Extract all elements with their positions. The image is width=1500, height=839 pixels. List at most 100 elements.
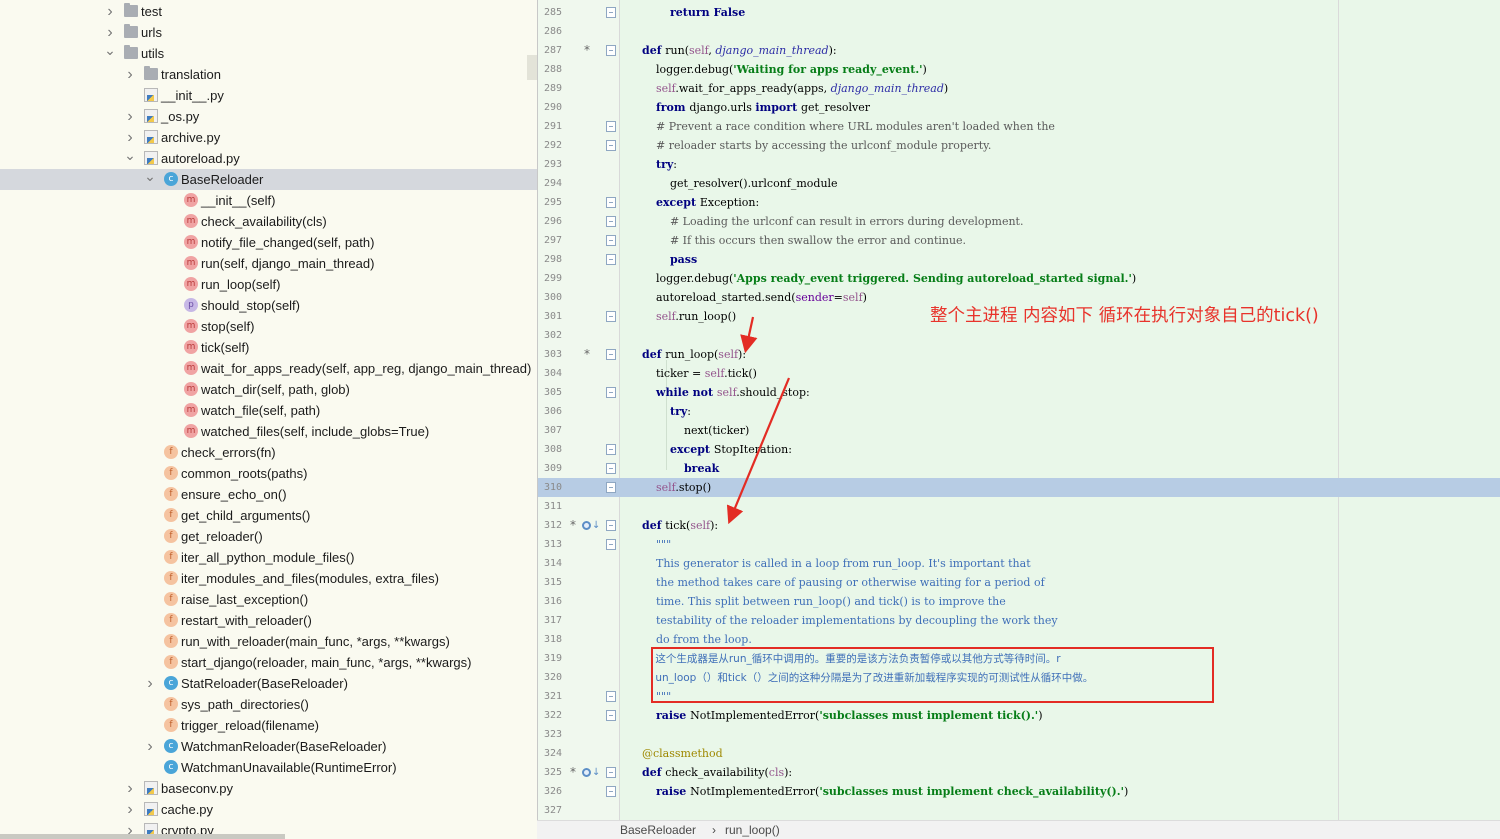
tree-item[interactable]: p should_stop(self) (0, 295, 537, 316)
tree-item[interactable]: ⌄ autoreload.py (0, 148, 537, 169)
tree-item[interactable]: › archive.py (0, 127, 537, 148)
tree-item[interactable]: › c WatchmanReloader(BaseReloader) (0, 736, 537, 757)
code-line[interactable]: 288 logger.debug('Waiting for apps ready… (538, 60, 1500, 79)
breadcrumb-class[interactable]: BaseReloader (620, 821, 696, 839)
tree-item[interactable]: m watch_dir(self, path, glob) (0, 379, 537, 400)
tree-item[interactable]: › urls (0, 22, 537, 43)
chevron-right-icon[interactable]: › (144, 673, 156, 694)
chevron-right-icon[interactable]: › (124, 127, 136, 148)
chevron-down-icon[interactable]: ⌄ (124, 148, 136, 169)
code-line[interactable]: 297 # If this occurs then swallow the er… (538, 231, 1500, 250)
code-line[interactable]: 315 the method takes care of pausing or … (538, 573, 1500, 592)
code-line[interactable]: 299 logger.debug('Apps ready_event trigg… (538, 269, 1500, 288)
chevron-right-icon[interactable]: › (144, 736, 156, 757)
fold-marker-icon[interactable] (606, 45, 616, 56)
code-line[interactable]: 303 * def run_loop(self): (538, 345, 1500, 364)
chevron-right-icon[interactable]: › (104, 22, 116, 43)
chevron-right-icon[interactable]: › (124, 778, 136, 799)
chevron-right-icon[interactable]: › (124, 64, 136, 85)
implemented-marker-icon[interactable] (582, 521, 591, 530)
code-line[interactable]: 298 pass (538, 250, 1500, 269)
code-line[interactable]: 287 * def run(self, django_main_thread): (538, 41, 1500, 60)
fold-marker-icon[interactable] (606, 444, 616, 455)
tree-item[interactable]: f raise_last_exception() (0, 589, 537, 610)
tree-horizontal-scrollbar[interactable] (0, 834, 285, 839)
tree-item[interactable]: m run(self, django_main_thread) (0, 253, 537, 274)
chevron-down-icon[interactable]: ⌄ (104, 43, 116, 64)
code-line[interactable]: 314 This generator is called in a loop f… (538, 554, 1500, 573)
code-line[interactable]: 309 break (538, 459, 1500, 478)
fold-marker-icon[interactable] (606, 235, 616, 246)
fold-marker-icon[interactable] (606, 482, 616, 493)
fold-marker-icon[interactable] (606, 216, 616, 227)
implemented-marker-icon[interactable] (582, 768, 591, 777)
chevron-down-icon[interactable]: ⌄ (144, 169, 156, 190)
tree-item[interactable]: f get_child_arguments() (0, 505, 537, 526)
chevron-right-icon[interactable]: › (124, 106, 136, 127)
code-line[interactable]: 311 (538, 497, 1500, 516)
code-line[interactable]: 285 return False (538, 3, 1500, 22)
fold-marker-icon[interactable] (606, 691, 616, 702)
tree-item[interactable]: m notify_file_changed(self, path) (0, 232, 537, 253)
fold-marker-icon[interactable] (606, 197, 616, 208)
tree-item[interactable]: m watched_files(self, include_globs=True) (0, 421, 537, 442)
code-line[interactable]: 313 """ (538, 535, 1500, 554)
code-line[interactable]: 307 next(ticker) (538, 421, 1500, 440)
fold-marker-icon[interactable] (606, 463, 616, 474)
code-line[interactable]: 291 # Prevent a race condition where URL… (538, 117, 1500, 136)
code-line[interactable]: 293 try: (538, 155, 1500, 174)
code-line[interactable]: 304 ticker = self.tick() (538, 364, 1500, 383)
fold-marker-icon[interactable] (606, 349, 616, 360)
code-line[interactable]: 324 @classmethod (538, 744, 1500, 763)
tree-item[interactable]: f restart_with_reloader() (0, 610, 537, 631)
tree-item[interactable]: f sys_path_directories() (0, 694, 537, 715)
code-line[interactable]: 327 (538, 801, 1500, 820)
fold-marker-icon[interactable] (606, 767, 616, 778)
tree-item[interactable]: m wait_for_apps_ready(self, app_reg, djan… (0, 358, 537, 379)
tree-item[interactable]: f start_django(reloader, main_func, *args… (0, 652, 537, 673)
tree-item[interactable]: › translation (0, 64, 537, 85)
chevron-right-icon[interactable]: › (104, 1, 116, 22)
project-tree[interactable]: › test › urls ⌄ utils › translation __init__.py ›… (0, 0, 537, 839)
tree-item[interactable]: ⌄ utils (0, 43, 537, 64)
tree-item[interactable]: m run_loop(self) (0, 274, 537, 295)
tree-item[interactable]: f run_with_reloader(main_func, *args, **k… (0, 631, 537, 652)
code-line[interactable]: 326 raise NotImplementedError('subclasse… (538, 782, 1500, 801)
code-line[interactable]: 308 except StopIteration: (538, 440, 1500, 459)
tree-scrollbar[interactable] (527, 55, 537, 80)
code-line[interactable]: 302 (538, 326, 1500, 345)
fold-marker-icon[interactable] (606, 121, 616, 132)
code-line[interactable]: 310 self.stop() (538, 478, 1500, 497)
code-line[interactable]: 312 * ↓ def tick(self): (538, 516, 1500, 535)
tree-item[interactable]: m check_availability(cls) (0, 211, 537, 232)
fold-marker-icon[interactable] (606, 140, 616, 151)
fold-marker-icon[interactable] (606, 7, 616, 18)
tree-item[interactable]: › test (0, 1, 537, 22)
tree-item[interactable]: m __init__(self) (0, 190, 537, 211)
tree-item[interactable]: f ensure_echo_on() (0, 484, 537, 505)
tree-item[interactable]: › c StatReloader(BaseReloader) (0, 673, 537, 694)
fold-marker-icon[interactable] (606, 520, 616, 531)
code-line[interactable]: 305 while not self.should_stop: (538, 383, 1500, 402)
tree-item[interactable]: m tick(self) (0, 337, 537, 358)
code-line[interactable]: 317 testability of the reloader implemen… (538, 611, 1500, 630)
tree-item[interactable]: c WatchmanUnavailable(RuntimeError) (0, 757, 537, 778)
tree-item[interactable]: f trigger_reload(filename) (0, 715, 537, 736)
code-line[interactable]: 316 time. This split between run_loop() … (538, 592, 1500, 611)
tree-item[interactable]: › _os.py (0, 106, 537, 127)
code-line[interactable]: 296 # Loading the urlconf can result in … (538, 212, 1500, 231)
chevron-right-icon[interactable]: › (124, 799, 136, 820)
tree-item[interactable]: › baseconv.py (0, 778, 537, 799)
code-line[interactable]: 286 (538, 22, 1500, 41)
code-line[interactable]: 295 except Exception: (538, 193, 1500, 212)
tree-item[interactable]: m watch_file(self, path) (0, 400, 537, 421)
code-line[interactable]: 322 raise NotImplementedError('subclasse… (538, 706, 1500, 725)
tree-item[interactable]: f common_roots(paths) (0, 463, 537, 484)
tree-item[interactable]: m stop(self) (0, 316, 537, 337)
fold-marker-icon[interactable] (606, 710, 616, 721)
tree-item[interactable]: f iter_all_python_module_files() (0, 547, 537, 568)
fold-marker-icon[interactable] (606, 311, 616, 322)
fold-marker-icon[interactable] (606, 539, 616, 550)
tree-item[interactable]: f check_errors(fn) (0, 442, 537, 463)
fold-marker-icon[interactable] (606, 387, 616, 398)
